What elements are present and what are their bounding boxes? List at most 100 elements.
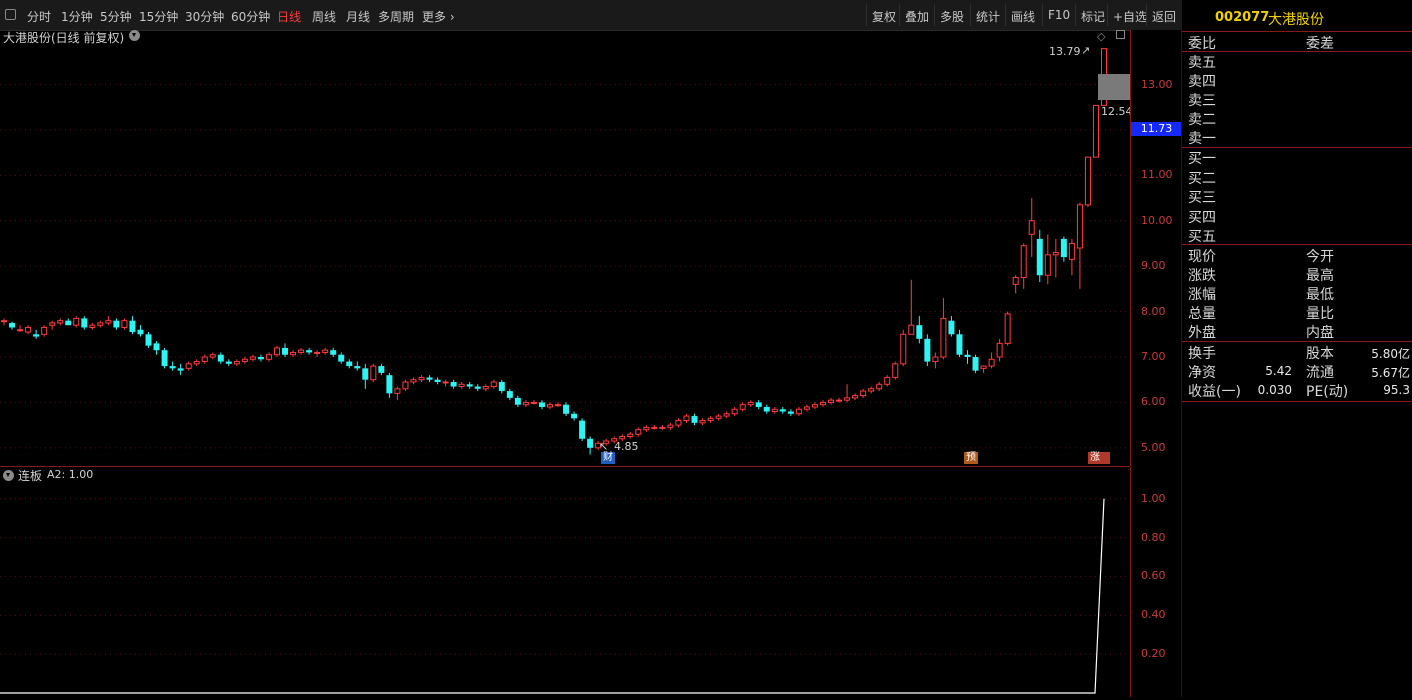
candle[interactable] <box>771 406 778 414</box>
candle[interactable] <box>330 347 337 357</box>
candle[interactable] <box>450 379 457 389</box>
candle[interactable] <box>370 363 377 382</box>
candle[interactable] <box>442 379 449 387</box>
candle[interactable] <box>265 352 272 362</box>
candle[interactable] <box>498 379 505 394</box>
toolbar-action-button[interactable]: +自选 <box>1113 8 1147 25</box>
candle[interactable] <box>659 425 666 430</box>
candle[interactable] <box>466 381 473 389</box>
candle[interactable] <box>860 388 867 398</box>
candle[interactable] <box>755 400 762 410</box>
candle[interactable] <box>932 352 939 369</box>
candle[interactable] <box>49 320 56 330</box>
candle[interactable] <box>1044 234 1051 285</box>
candle[interactable] <box>314 350 321 357</box>
period-tab[interactable]: 60分钟 <box>231 8 270 25</box>
candle[interactable] <box>410 377 417 385</box>
candle[interactable] <box>177 363 184 376</box>
period-tab[interactable]: 1分钟 <box>61 8 93 25</box>
candle[interactable] <box>828 397 835 405</box>
candle[interactable] <box>1 318 7 326</box>
toolbar-action-button[interactable]: 多股 <box>940 8 964 25</box>
candle[interactable] <box>241 357 248 364</box>
candle[interactable] <box>169 361 176 371</box>
panel-toggle-icon[interactable] <box>1116 30 1125 39</box>
period-tab[interactable]: 月线 <box>346 8 370 25</box>
candle[interactable] <box>57 318 64 326</box>
candle[interactable] <box>97 320 104 328</box>
candle[interactable] <box>1052 238 1059 278</box>
candle[interactable] <box>579 418 586 442</box>
candle[interactable] <box>257 354 264 362</box>
candle[interactable] <box>948 316 955 337</box>
candle[interactable] <box>876 381 883 392</box>
candle[interactable] <box>490 379 497 389</box>
candle[interactable] <box>555 402 562 407</box>
candle[interactable] <box>571 411 578 421</box>
period-tab[interactable]: 分时 <box>27 8 51 25</box>
candle[interactable] <box>378 363 385 376</box>
candle[interactable] <box>290 350 297 357</box>
candle[interactable] <box>1020 243 1027 289</box>
candle[interactable] <box>587 436 594 455</box>
candle[interactable] <box>675 418 682 428</box>
candle[interactable] <box>362 363 369 389</box>
candle[interactable] <box>1028 198 1035 258</box>
candle[interactable] <box>1060 236 1067 262</box>
candle[interactable] <box>940 297 947 360</box>
financial-report-marker[interactable]: 财 <box>601 452 615 464</box>
candle[interactable] <box>980 365 987 373</box>
toolbar-action-button[interactable]: 标记 <box>1081 8 1105 25</box>
candle[interactable] <box>1004 311 1011 346</box>
period-tab[interactable]: 30分钟 <box>185 8 224 25</box>
candle[interactable] <box>282 343 289 357</box>
candle[interactable] <box>836 397 843 403</box>
candle[interactable] <box>715 413 722 421</box>
candle[interactable] <box>643 425 650 432</box>
candle[interactable] <box>338 352 345 364</box>
candle[interactable] <box>41 325 48 337</box>
candle[interactable] <box>25 325 32 335</box>
period-tab[interactable]: 多周期 <box>378 8 414 25</box>
candle[interactable] <box>386 372 393 398</box>
candle[interactable] <box>563 402 570 417</box>
candle[interactable] <box>137 325 144 337</box>
candle[interactable] <box>996 338 1003 362</box>
candle[interactable] <box>739 402 746 412</box>
candle[interactable] <box>161 347 168 369</box>
candle[interactable] <box>972 354 979 373</box>
candle[interactable] <box>627 431 634 439</box>
indicator-svg[interactable] <box>0 467 1130 697</box>
candle[interactable] <box>683 413 690 423</box>
candle[interactable] <box>402 379 409 392</box>
candle[interactable] <box>394 386 401 401</box>
period-tab[interactable]: 日线 <box>277 8 301 25</box>
candle[interactable] <box>803 404 810 412</box>
candle[interactable] <box>635 427 642 437</box>
candle[interactable] <box>651 425 658 430</box>
candle[interactable] <box>707 416 714 423</box>
candle[interactable] <box>530 400 537 405</box>
candle[interactable] <box>916 316 923 344</box>
candle[interactable] <box>892 361 899 380</box>
candle[interactable] <box>354 361 361 371</box>
candle[interactable] <box>185 361 192 371</box>
candle[interactable] <box>924 334 931 367</box>
candle[interactable] <box>1068 238 1075 276</box>
candle[interactable] <box>17 325 24 333</box>
candle[interactable] <box>322 347 329 355</box>
candle[interactable] <box>844 384 851 403</box>
candle[interactable] <box>81 316 88 330</box>
candle[interactable] <box>273 345 280 357</box>
candle[interactable] <box>538 400 545 410</box>
toolbar-action-button[interactable]: F10 <box>1048 8 1070 22</box>
toolbar-action-button[interactable]: 叠加 <box>905 8 929 25</box>
candle[interactable] <box>731 406 738 417</box>
candle[interactable] <box>65 318 72 326</box>
candle[interactable] <box>514 395 521 407</box>
candle[interactable] <box>1076 202 1083 289</box>
candle[interactable] <box>546 402 553 410</box>
candle[interactable] <box>474 384 481 392</box>
candle[interactable] <box>1012 275 1019 294</box>
candle[interactable] <box>819 400 826 407</box>
